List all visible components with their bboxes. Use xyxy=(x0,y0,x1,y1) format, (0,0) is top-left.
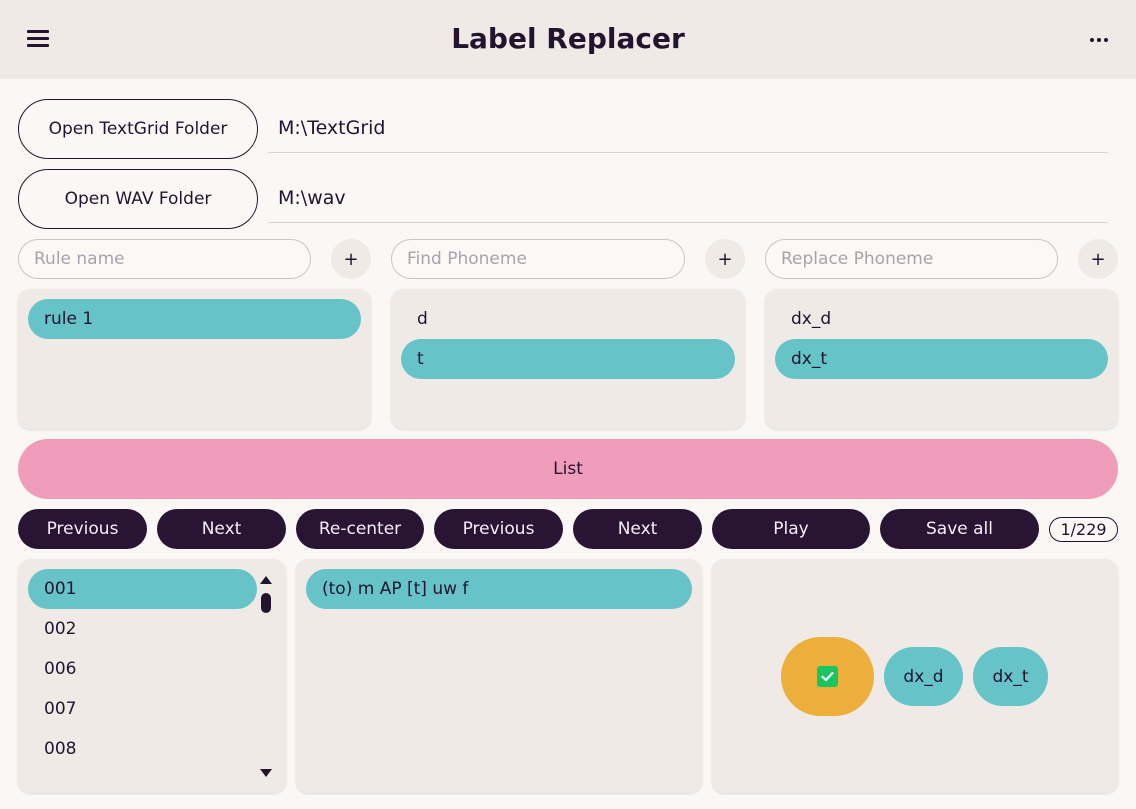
file-list-item[interactable]: 008 xyxy=(28,729,257,769)
open-textgrid-folder-button[interactable]: Open TextGrid Folder xyxy=(18,99,258,159)
wav-path-field[interactable]: M:\wav xyxy=(268,173,1108,223)
previous-match-button[interactable]: Previous xyxy=(434,509,563,549)
find-phoneme-input[interactable]: Find Phoneme xyxy=(391,239,685,279)
scrollbar-thumb[interactable] xyxy=(261,593,271,613)
context-panel: (to) m AP [t] uw f xyxy=(296,559,702,793)
rule-name-input[interactable]: Rule name xyxy=(18,239,311,279)
replace-phoneme-input[interactable]: Replace Phoneme xyxy=(765,239,1058,279)
add-rule-button[interactable]: + xyxy=(331,239,371,279)
open-wav-folder-button[interactable]: Open WAV Folder xyxy=(18,169,258,229)
match-counter: 1/229 xyxy=(1049,517,1118,542)
list-button[interactable]: List xyxy=(18,439,1118,499)
file-list-item[interactable]: 007 xyxy=(28,689,257,729)
replace-phonemes-panel: dx_d dx_t xyxy=(765,289,1118,429)
file-list-item[interactable]: 002 xyxy=(28,609,257,649)
next-match-button[interactable]: Next xyxy=(573,509,702,549)
file-list-item[interactable]: 006 xyxy=(28,649,257,689)
add-find-phoneme-button[interactable]: + xyxy=(705,239,745,279)
file-list-item[interactable]: 001 xyxy=(28,569,257,609)
apply-toggle[interactable] xyxy=(781,637,874,716)
find-phonemes-panel: d t xyxy=(391,289,745,429)
rules-panel: rule 1 xyxy=(18,289,371,429)
more-options-icon[interactable] xyxy=(1082,26,1116,54)
save-all-button[interactable]: Save all xyxy=(880,509,1039,549)
app-bar: Label Replacer xyxy=(0,0,1136,79)
files-panel: 001 002 006 007 008 xyxy=(18,559,286,793)
previous-file-button[interactable]: Previous xyxy=(18,509,147,549)
find-phoneme-item[interactable]: d xyxy=(401,299,735,339)
choice-chip-dx-d[interactable]: dx_d xyxy=(884,647,963,706)
choice-chip-dx-t[interactable]: dx_t xyxy=(973,647,1048,706)
scroll-up-arrow-icon[interactable] xyxy=(260,576,272,584)
next-file-button[interactable]: Next xyxy=(157,509,286,549)
app-title: Label Replacer xyxy=(451,22,685,55)
replace-phoneme-item[interactable]: dx_d xyxy=(775,299,1108,339)
checkbox-checked-icon[interactable] xyxy=(817,666,838,687)
recenter-button[interactable]: Re-center xyxy=(296,509,424,549)
replace-phoneme-item[interactable]: dx_t xyxy=(775,339,1108,379)
textgrid-path-field[interactable]: M:\TextGrid xyxy=(268,103,1108,153)
context-list-item[interactable]: (to) m AP [t] uw f xyxy=(306,569,692,609)
find-phoneme-item[interactable]: t xyxy=(401,339,735,379)
scroll-down-arrow-icon[interactable] xyxy=(260,769,272,777)
rule-list-item[interactable]: rule 1 xyxy=(28,299,361,339)
add-replace-phoneme-button[interactable]: + xyxy=(1078,239,1118,279)
play-button[interactable]: Play xyxy=(712,509,870,549)
